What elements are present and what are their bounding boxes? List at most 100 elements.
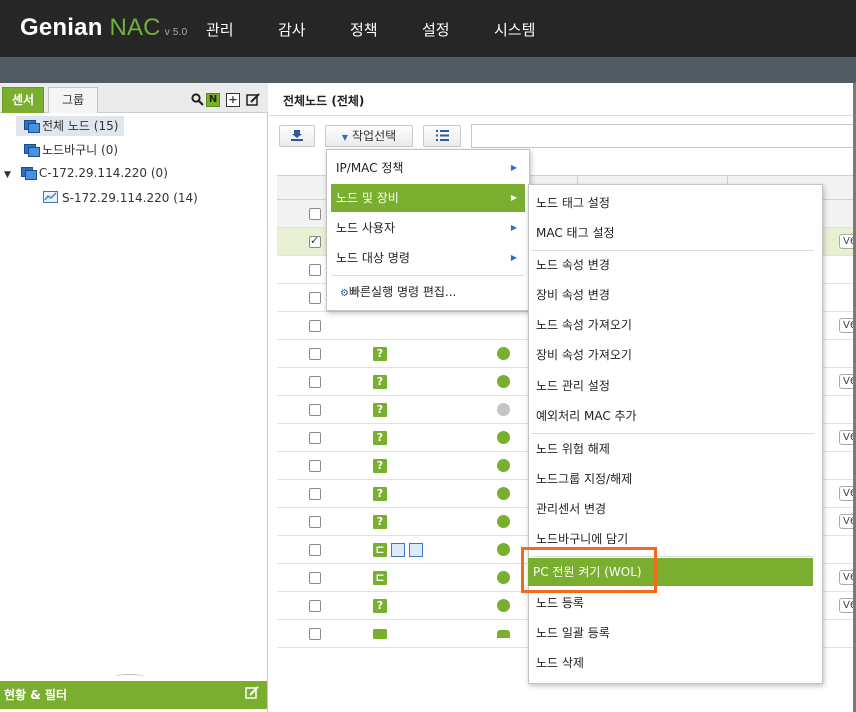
download-button[interactable]: [279, 125, 315, 147]
node-icon: [24, 120, 40, 133]
status-dot-icon: [497, 543, 510, 556]
row-checkbox[interactable]: [309, 376, 321, 388]
row-checkbox[interactable]: [309, 488, 321, 500]
nav-manage[interactable]: 관리: [206, 19, 234, 40]
unknown-device-icon: ?: [373, 403, 387, 417]
submenu-item[interactable]: 관리센서 변경: [531, 495, 814, 523]
status-dot-icon: [497, 459, 510, 472]
submenu-item[interactable]: 노드 속성 변경: [531, 251, 814, 279]
submenu-item[interactable]: 노드그룹 지정/해제: [531, 465, 814, 493]
top-navigation-bar: Genian NAC v 5.0 관리 감사 정책 설정 시스템: [0, 0, 856, 57]
sub-bar: [0, 57, 856, 83]
menu-item-node-user[interactable]: 노드 사용자 ▶: [331, 214, 525, 242]
node-icon: [24, 144, 40, 157]
column-list-button[interactable]: [423, 125, 461, 147]
switch-device-icon: [373, 629, 387, 639]
unknown-device-icon: ?: [373, 515, 387, 529]
status-dot-icon: [497, 599, 510, 612]
submenu-item[interactable]: 장비 속성 변경: [531, 281, 814, 309]
submenu-item[interactable]: 장비 속성 가져오기: [531, 341, 814, 369]
submenu-item[interactable]: 노드 속성 가져오기: [531, 311, 814, 339]
edit-icon[interactable]: [245, 681, 259, 709]
panel-splitter-handle[interactable]: [115, 674, 145, 680]
submenu-arrow-icon: ▶: [510, 223, 517, 232]
unknown-device-icon: ?: [373, 375, 387, 389]
menu-item-node-and-device[interactable]: 노드 및 장비 ▶: [331, 184, 525, 212]
menu-item-ipmac-policy[interactable]: IP/MAC 정책 ▶: [331, 154, 525, 182]
tab-sensor[interactable]: 센서: [2, 87, 44, 113]
status-dot-icon: [497, 571, 510, 584]
search-icon[interactable]: [190, 93, 204, 107]
nav-audit[interactable]: 감사: [278, 19, 306, 40]
submenu-item[interactable]: 노드 등록: [531, 589, 814, 617]
unknown-device-icon: ?: [373, 459, 387, 473]
submenu-item[interactable]: 노드 일괄 등록: [531, 619, 814, 647]
nav-system[interactable]: 시스템: [494, 19, 535, 40]
edit-icon[interactable]: [246, 93, 260, 107]
left-tabs: 센서 그룹 N +: [0, 83, 268, 113]
submenu-item[interactable]: 노드 태그 설정: [531, 189, 814, 217]
node-device-submenu: 노드 태그 설정 MAC 태그 설정노드 속성 변경 장비 속성 변경 노드 속성 가…: [528, 184, 823, 684]
status-dot-icon: [497, 347, 510, 360]
add-icon[interactable]: +: [226, 93, 240, 107]
nav-settings[interactable]: 설정: [422, 19, 450, 40]
status-filter-footer[interactable]: 현황 & 필터: [0, 681, 267, 709]
tree-item-node-basket[interactable]: 노드바구니 (0): [24, 140, 118, 160]
unknown-device-icon: ?: [373, 347, 387, 361]
row-checkbox[interactable]: [309, 516, 321, 528]
plug-device-icon: ⊏: [373, 543, 387, 557]
menu-item-quick-command-edit[interactable]: ⚙빠른실행 명령 편집...: [331, 278, 525, 306]
list-icon: [435, 130, 449, 141]
unknown-device-icon: ?: [373, 599, 387, 613]
row-checkbox[interactable]: [309, 460, 321, 472]
nav-policy[interactable]: 정책: [350, 19, 378, 40]
expand-triangle-icon[interactable]: ▼: [4, 170, 11, 180]
row-checkbox[interactable]: [309, 320, 321, 332]
tree-item-s-sensor[interactable]: S-172.29.114.220 (14): [43, 188, 198, 208]
tab-group[interactable]: 그룹: [48, 87, 98, 113]
action-select-button[interactable]: ▼ 작업선택: [325, 125, 413, 147]
row-checkbox[interactable]: [309, 600, 321, 612]
status-dot-icon: [497, 431, 510, 444]
row-checkbox[interactable]: [309, 544, 321, 556]
submenu-item[interactable]: 예외처리 MAC 추가: [531, 402, 814, 430]
sensor-icon: [43, 191, 58, 203]
app-logo[interactable]: Genian NAC v 5.0: [20, 14, 187, 42]
submenu-arrow-icon: ▶: [510, 163, 517, 172]
menu-divider: [331, 275, 525, 276]
status-dot-icon: [497, 630, 510, 638]
status-dot-icon: [497, 515, 510, 528]
submenu-item[interactable]: 노드 위험 해제: [531, 435, 814, 463]
row-checkbox[interactable]: [309, 404, 321, 416]
row-checkbox[interactable]: [309, 572, 321, 584]
row-checkbox[interactable]: [309, 628, 321, 640]
submenu-item[interactable]: 노드 관리 설정: [531, 372, 814, 400]
page-title: 전체노드 (전체): [283, 94, 365, 108]
image-icon: [391, 543, 405, 557]
row-checkbox[interactable]: [309, 348, 321, 360]
submenu-item[interactable]: 노드 삭제: [531, 649, 814, 677]
row-checkbox[interactable]: [309, 292, 321, 304]
status-dot-icon: [497, 375, 510, 388]
row-checkbox[interactable]: [309, 432, 321, 444]
search-input[interactable]: [471, 124, 856, 148]
submenu-arrow-icon: ▶: [510, 253, 517, 262]
unknown-device-icon: ?: [373, 487, 387, 501]
chart-icon: [409, 543, 423, 557]
plug-device-icon: ⊏: [373, 571, 387, 585]
n-filter-icon[interactable]: N: [206, 93, 220, 107]
row-checkbox[interactable]: [309, 264, 321, 276]
menu-divider: [531, 433, 814, 434]
submenu-item[interactable]: MAC 태그 설정: [531, 219, 814, 247]
row-checkbox[interactable]: [309, 208, 321, 220]
unknown-device-icon: ?: [373, 431, 387, 445]
status-dot-icon: [497, 487, 510, 500]
tree-item-c-sensor[interactable]: ▼ C-172.29.114.220 (0): [4, 163, 168, 183]
submenu-arrow-icon: ▶: [510, 193, 517, 202]
sensor-tree-panel: 센서 그룹 N + 전체 노드 (15) 노드바구니 (0) ▼ C-172.29…: [0, 83, 268, 712]
row-checkbox[interactable]: [309, 234, 321, 248]
action-dropdown-menu: IP/MAC 정책 ▶ 노드 및 장비 ▶ 노드 사용자 ▶ 노드 대상 명령 ▶ ⚙빠…: [326, 149, 530, 311]
tree-item-all-nodes[interactable]: 전체 노드 (15): [16, 116, 124, 136]
status-dot-icon: [497, 403, 510, 416]
menu-item-node-command[interactable]: 노드 대상 명령 ▶: [331, 244, 525, 272]
